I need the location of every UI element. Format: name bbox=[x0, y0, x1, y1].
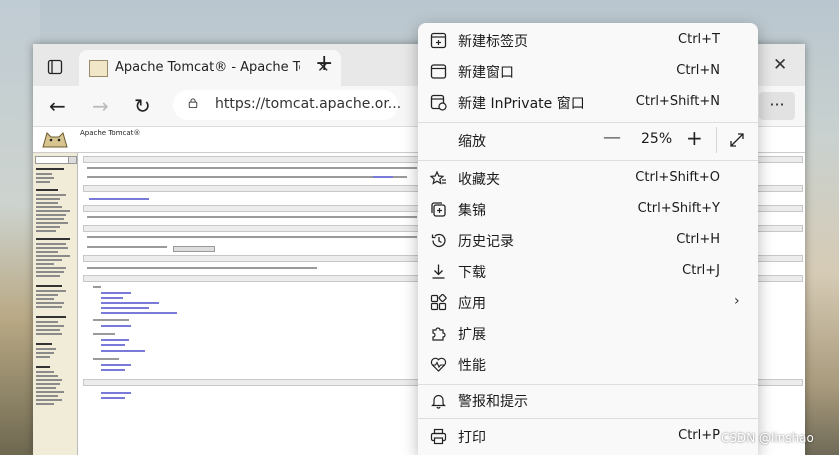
window-close-icon[interactable]: ✕ bbox=[773, 55, 787, 75]
apps-icon bbox=[430, 294, 447, 311]
address-bar[interactable]: https://tomcat.apache.or... bbox=[173, 90, 402, 120]
tomcat-logo-icon bbox=[42, 132, 68, 148]
menu-item-shortcut: Ctrl+T bbox=[678, 32, 720, 47]
page-sidebar bbox=[33, 153, 78, 455]
fullscreen-icon[interactable] bbox=[729, 132, 745, 148]
performance-icon bbox=[430, 357, 447, 372]
menu-item-new-inprivate[interactable]: 新建 InPrivate 窗口 Ctrl+Shift+N bbox=[418, 87, 758, 118]
back-arrow-icon[interactable]: ← bbox=[49, 92, 66, 120]
tab-actions-icon bbox=[47, 59, 63, 75]
chevron-right-icon: › bbox=[734, 293, 740, 309]
sidebar-search-button[interactable] bbox=[68, 156, 77, 164]
menu-item-label: 收藏夹 bbox=[458, 172, 500, 188]
menu-item-label: 新建 InPrivate 窗口 bbox=[458, 96, 585, 112]
bell-icon bbox=[431, 394, 446, 409]
menu-item-label: 扩展 bbox=[458, 327, 486, 343]
menu-item-shortcut: Ctrl+H bbox=[676, 232, 720, 247]
collections-icon bbox=[431, 202, 446, 217]
inprivate-window-icon bbox=[430, 94, 447, 111]
menu-item-history[interactable]: 历史记录 Ctrl+H bbox=[418, 225, 758, 256]
menu-item-label: 新建标签页 bbox=[458, 34, 528, 50]
zoom-in-button[interactable]: + bbox=[686, 126, 703, 150]
menu-item-performance[interactable]: 性能 bbox=[418, 349, 758, 380]
page-header-title: Apache Tomcat® bbox=[80, 129, 141, 137]
zoom-out-button[interactable]: — bbox=[603, 127, 621, 148]
menu-item-label: 警报和提示 bbox=[458, 394, 528, 410]
download-icon bbox=[432, 264, 445, 279]
menu-item-label: 新建窗口 bbox=[458, 65, 514, 81]
url-text: https://tomcat.apache.or... bbox=[215, 96, 402, 112]
settings-more-button[interactable]: ··· bbox=[759, 92, 795, 120]
menu-item-label: 下载 bbox=[458, 265, 486, 281]
menu-item-favorites[interactable]: 收藏夹 Ctrl+Shift+O bbox=[418, 163, 758, 194]
new-window-icon bbox=[430, 64, 447, 79]
menu-item-new-window[interactable]: 新建窗口 Ctrl+N bbox=[418, 56, 758, 87]
sidebar-search-input[interactable] bbox=[35, 156, 69, 164]
menu-item-zoom: 缩放 — 25% + bbox=[418, 125, 758, 156]
favorites-icon bbox=[430, 170, 446, 185]
csdn-watermark: CSDN @linshao bbox=[721, 431, 814, 445]
menu-item-apps[interactable]: 应用 › bbox=[418, 287, 758, 318]
menu-item-label: 打印 bbox=[458, 430, 486, 446]
menu-item-shortcut: Ctrl+Shift+Y bbox=[637, 201, 720, 216]
menu-item-shortcut: Ctrl+Shift+O bbox=[635, 170, 720, 185]
menu-item-label: 历史记录 bbox=[458, 234, 514, 250]
tomcat-favicon-icon bbox=[89, 60, 108, 77]
new-tab-icon bbox=[430, 32, 447, 49]
tab-tomcat[interactable]: Apache Tomcat® - Apache Tomc ✕ bbox=[79, 50, 341, 86]
refresh-icon[interactable]: ↻ bbox=[134, 92, 151, 120]
forward-arrow-icon[interactable]: → bbox=[92, 92, 109, 120]
menu-item-shortcut: Ctrl+J bbox=[682, 263, 720, 278]
menu-item-collections[interactable]: 集锦 Ctrl+Shift+Y bbox=[418, 194, 758, 225]
menu-item-label: 性能 bbox=[458, 358, 486, 374]
settings-menu: 新建标签页 Ctrl+T 新建窗口 Ctrl+N 新建 InPrivate 窗口… bbox=[418, 23, 758, 455]
menu-item-label: 应用 bbox=[458, 296, 486, 312]
zoom-level: 25% bbox=[641, 131, 673, 147]
print-icon bbox=[430, 428, 447, 445]
new-tab-plus-icon[interactable]: + bbox=[315, 53, 333, 75]
menu-item-shortcut: Ctrl+Shift+N bbox=[635, 94, 720, 109]
menu-item-print[interactable]: 打印 Ctrl+P bbox=[418, 421, 758, 452]
menu-item-label: 集锦 bbox=[458, 203, 486, 219]
extensions-icon bbox=[432, 327, 446, 341]
menu-item-downloads[interactable]: 下载 Ctrl+J bbox=[418, 256, 758, 287]
menu-item-new-tab[interactable]: 新建标签页 Ctrl+T bbox=[418, 25, 758, 56]
menu-item-shortcut: Ctrl+P bbox=[678, 428, 720, 443]
tab-actions-button[interactable] bbox=[41, 53, 69, 81]
menu-item-alerts-tips[interactable]: 警报和提示 bbox=[418, 385, 758, 416]
tab-title: Apache Tomcat® - Apache Tomc bbox=[115, 60, 300, 75]
history-icon bbox=[431, 233, 446, 248]
menu-item-label: 缩放 bbox=[458, 134, 486, 150]
lock-icon bbox=[188, 98, 198, 108]
menu-item-shortcut: Ctrl+N bbox=[676, 63, 720, 78]
zoom-divider bbox=[716, 127, 717, 153]
menu-item-extensions[interactable]: 扩展 bbox=[418, 318, 758, 349]
